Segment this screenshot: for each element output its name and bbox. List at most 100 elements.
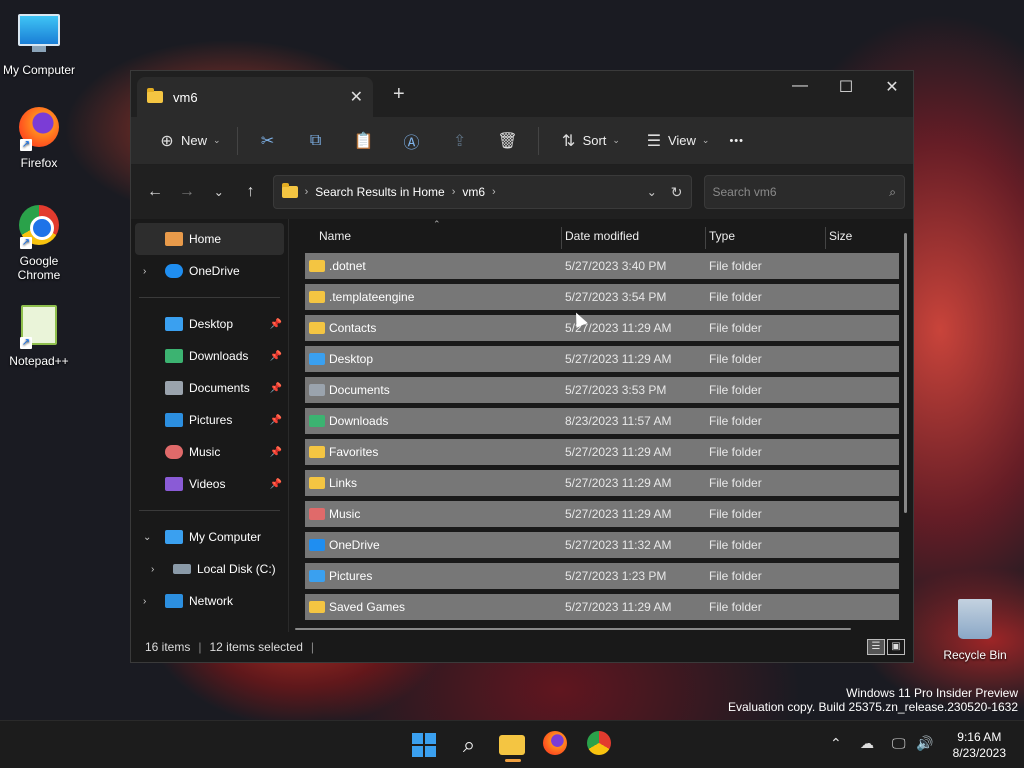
chevron-right-icon[interactable]: › <box>151 564 154 575</box>
sidebar-item-onedrive[interactable]: › OneDrive <box>131 255 288 287</box>
title-bar: vm6 ✕ + — ☐ ✕ <box>131 71 913 117</box>
chrome-icon <box>587 731 611 755</box>
desktop-icon-chrome[interactable]: ↗ Google Chrome <box>1 202 77 282</box>
sidebar-item-desktop[interactable]: Desktop 📌 <box>131 308 288 340</box>
search-box[interactable]: ⌕ <box>703 175 905 209</box>
column-size[interactable]: Size <box>829 229 889 243</box>
folder-icon <box>309 322 325 334</box>
tab-close-icon[interactable]: ✕ <box>350 87 363 107</box>
sidebar-item-home[interactable]: Home <box>135 223 284 255</box>
breadcrumb-search-results[interactable]: Search Results in Home <box>315 185 444 199</box>
chevron-up-icon[interactable]: ⌃ <box>830 735 842 752</box>
minimize-button[interactable]: — <box>777 77 823 95</box>
desktop-icon-my-computer[interactable]: My Computer <box>1 10 77 77</box>
disk-icon <box>173 564 191 574</box>
table-row[interactable]: .dotnet 5/27/2023 3:40 PM File folder <box>305 253 899 279</box>
table-row[interactable]: Links 5/27/2023 11:29 AM File folder <box>305 470 899 496</box>
desktop-icon-notepadpp[interactable]: ↗ Notepad++ <box>1 302 77 368</box>
pin-icon[interactable]: 📌 <box>270 351 282 362</box>
desktop-icon-recycle-bin[interactable]: Recycle Bin <box>937 596 1013 662</box>
rename-button[interactable]: Ⓐ <box>388 125 436 157</box>
new-button[interactable]: ⊕ New ⌄ <box>143 125 231 157</box>
type-cell: File folder <box>709 321 762 335</box>
address-bar[interactable]: › Search Results in Home › vm6 › ⌄ ↻ <box>272 175 692 209</box>
file-name: .dotnet <box>329 259 366 273</box>
horizontal-scrollbar[interactable] <box>295 628 851 630</box>
chevron-down-icon[interactable]: ⌄ <box>143 532 151 543</box>
table-row[interactable]: Pictures 5/27/2023 1:23 PM File folder <box>305 563 899 589</box>
file-name: Documents <box>329 383 390 397</box>
close-button[interactable]: ✕ <box>869 77 915 97</box>
volume-icon[interactable]: 🔊 <box>916 735 933 752</box>
sidebar-item-network[interactable]: › Network <box>131 585 288 617</box>
table-row[interactable]: Contacts 5/27/2023 11:29 AM File folder <box>305 315 899 341</box>
table-row[interactable]: Saved Games 5/27/2023 11:29 AM File folder <box>305 594 899 620</box>
table-row[interactable]: Music 5/27/2023 11:29 AM File folder <box>305 501 899 527</box>
sidebar-item-my-computer[interactable]: ⌄ My Computer <box>131 521 288 553</box>
start-button[interactable] <box>410 731 438 759</box>
sidebar-item-downloads[interactable]: Downloads 📌 <box>131 340 288 372</box>
table-row[interactable]: Desktop 5/27/2023 11:29 AM File folder <box>305 346 899 372</box>
sidebar-item-local-disk[interactable]: › Local Disk (C:) <box>131 553 288 585</box>
table-row[interactable]: Downloads 8/23/2023 11:57 AM File folder <box>305 408 899 434</box>
maximize-button[interactable]: ☐ <box>823 77 869 97</box>
share-button[interactable]: ⇪ <box>436 125 484 157</box>
downloads-icon <box>165 349 183 363</box>
computer-icon <box>165 530 183 544</box>
table-row[interactable]: Favorites 5/27/2023 11:29 AM File folder <box>305 439 899 465</box>
forward-button[interactable]: → <box>171 183 203 201</box>
taskbar-firefox[interactable] <box>543 731 571 759</box>
folder-icon <box>309 477 325 489</box>
search-taskbar-button[interactable]: ⌕ <box>455 731 483 759</box>
desktop-icon-firefox[interactable]: ↗ Firefox <box>1 104 77 170</box>
new-tab-button[interactable]: + <box>393 83 405 106</box>
file-name: Contacts <box>329 321 377 335</box>
tiles-view-button[interactable]: ▣ <box>887 639 905 655</box>
pin-icon[interactable]: 📌 <box>270 447 282 458</box>
table-row[interactable]: Documents 5/27/2023 3:53 PM File folder <box>305 377 899 403</box>
vertical-scrollbar[interactable] <box>904 233 907 513</box>
back-button[interactable]: ← <box>139 183 171 201</box>
pin-icon[interactable]: 📌 <box>270 383 282 394</box>
taskbar-chrome[interactable] <box>587 731 615 759</box>
search-input[interactable] <box>712 185 890 199</box>
table-row[interactable]: .templateengine 5/27/2023 3:54 PM File fol… <box>305 284 899 310</box>
taskbar-file-explorer[interactable] <box>499 731 527 759</box>
sidebar-item-pictures[interactable]: Pictures 📌 <box>131 404 288 436</box>
chevron-right-icon[interactable]: › <box>143 596 146 607</box>
cut-button[interactable]: ✂ <box>244 125 292 157</box>
network-tray-icon[interactable]: 🖵 <box>892 735 906 752</box>
details-view-button[interactable]: ☰ <box>867 639 885 655</box>
up-button[interactable]: ↑ <box>235 183 267 201</box>
share-icon: ⇪ <box>452 132 467 150</box>
column-type[interactable]: Type <box>709 229 829 243</box>
table-row[interactable]: OneDrive 5/27/2023 11:32 AM File folder <box>305 532 899 558</box>
chevron-down-icon[interactable]: ⌄ <box>647 185 657 199</box>
tab-vm6[interactable]: vm6 ✕ <box>137 77 373 117</box>
file-name-cell: Links <box>305 476 565 490</box>
pin-icon[interactable]: 📌 <box>270 479 282 490</box>
more-options-button[interactable]: ••• <box>719 125 754 157</box>
music-icon <box>165 445 183 459</box>
pin-icon[interactable]: 📌 <box>270 319 282 330</box>
recent-locations-button[interactable]: ⌄ <box>203 185 235 199</box>
column-date-modified[interactable]: Date modified <box>565 229 709 243</box>
view-button[interactable]: ☰ View ⌄ <box>630 125 720 157</box>
delete-button[interactable]: 🗑 <box>484 125 532 157</box>
desktop-icon <box>165 317 183 331</box>
search-icon[interactable]: ⌕ <box>889 185 896 200</box>
paste-button[interactable]: 📋 <box>340 125 388 157</box>
sidebar-item-documents[interactable]: Documents 📌 <box>131 372 288 404</box>
system-clock[interactable]: 9:16 AM 8/23/2023 <box>953 729 1006 761</box>
onedrive-tray-icon[interactable]: ☁ <box>860 735 874 752</box>
column-name[interactable]: Name <box>305 229 565 243</box>
chevron-right-icon[interactable]: › <box>143 266 146 277</box>
copy-button[interactable]: ⧉ <box>292 125 340 157</box>
pictures-icon <box>165 413 183 427</box>
sidebar-item-videos[interactable]: Videos 📌 <box>131 468 288 500</box>
sort-button[interactable]: ⇅ Sort ⌄ <box>545 125 630 157</box>
sidebar-item-music[interactable]: Music 📌 <box>131 436 288 468</box>
refresh-icon[interactable]: ↻ <box>671 184 683 201</box>
breadcrumb-vm6[interactable]: vm6 <box>462 185 485 199</box>
pin-icon[interactable]: 📌 <box>270 415 282 426</box>
